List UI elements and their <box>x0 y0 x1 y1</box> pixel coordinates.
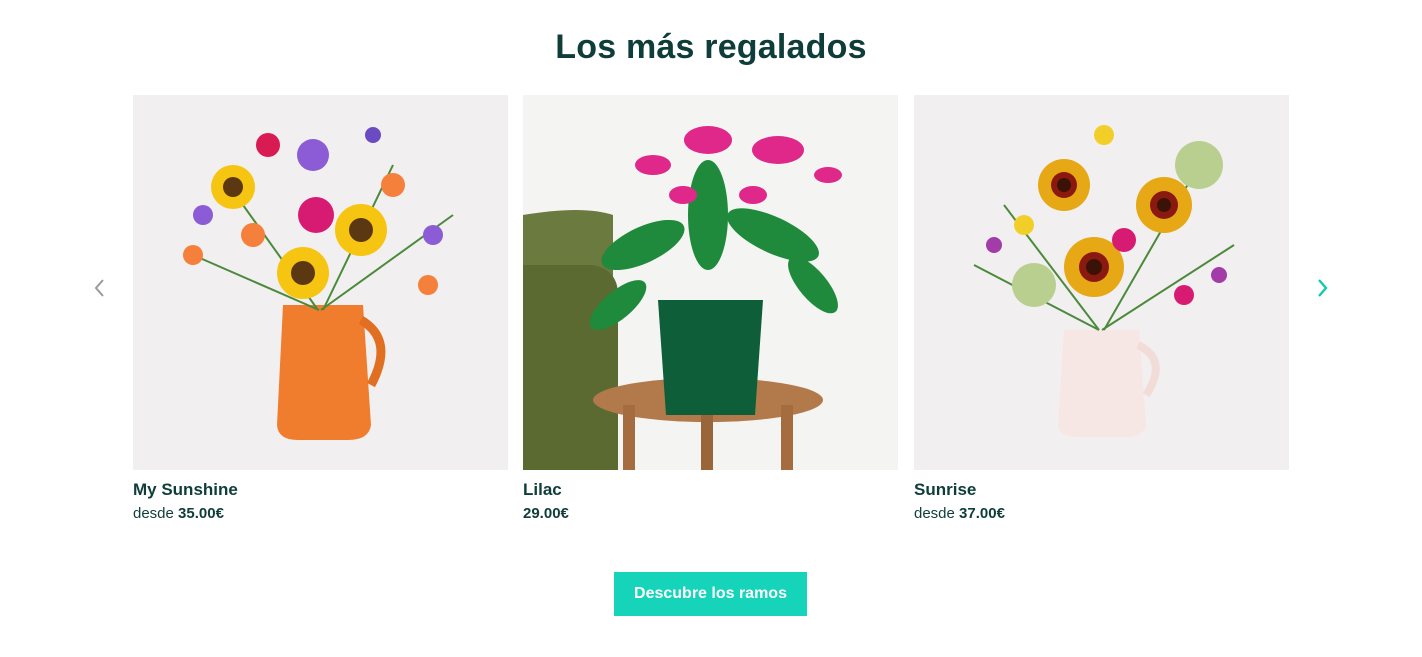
product-image[interactable] <box>133 95 508 470</box>
product-carousel: My Sunshine desde 35.00€ Lilac 29.00€ Su… <box>0 95 1422 535</box>
chevron-left-icon <box>94 279 104 297</box>
product-price: 29.00€ <box>523 505 898 523</box>
carousel-prev-button[interactable] <box>85 273 115 303</box>
product-card[interactable]: My Sunshine desde 35.00€ <box>133 95 508 523</box>
chevron-right-icon <box>1318 279 1328 297</box>
product-image[interactable] <box>523 95 898 470</box>
product-name[interactable]: Lilac <box>523 480 898 500</box>
product-name[interactable]: My Sunshine <box>133 480 508 500</box>
price-amount: 35.00€ <box>178 505 224 522</box>
carousel-next-button[interactable] <box>1307 273 1337 303</box>
price-from-label: desde <box>133 505 174 522</box>
product-card[interactable]: Sunrise desde 37.00€ <box>914 95 1289 523</box>
price-amount: 37.00€ <box>959 505 1005 522</box>
product-price: desde 35.00€ <box>133 505 508 523</box>
product-card[interactable]: Lilac 29.00€ <box>523 95 898 523</box>
discover-bouquets-button[interactable]: Descubre los ramos <box>614 572 807 616</box>
product-image[interactable] <box>914 95 1289 470</box>
price-amount: 29.00€ <box>523 505 569 522</box>
price-from-label: desde <box>914 505 955 522</box>
product-name[interactable]: Sunrise <box>914 480 1289 500</box>
section-title: Los más regalados <box>555 28 867 66</box>
product-price: desde 37.00€ <box>914 505 1289 523</box>
